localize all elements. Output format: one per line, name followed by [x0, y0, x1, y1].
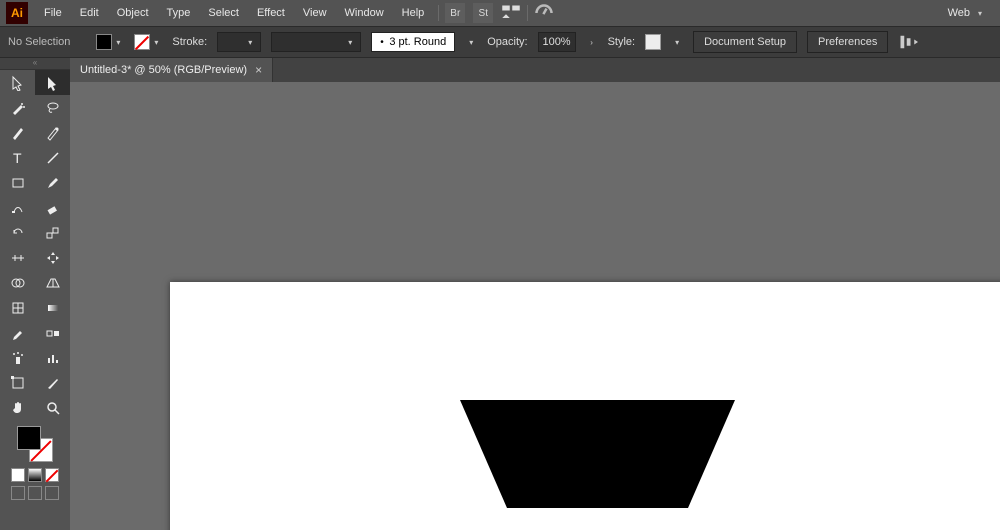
menu-effect[interactable]: Effect [249, 3, 293, 23]
pen-tool[interactable] [0, 120, 35, 145]
app-logo-icon: Ai [6, 2, 28, 24]
menu-object[interactable]: Object [109, 3, 157, 23]
draw-behind-button[interactable] [28, 486, 42, 500]
variable-width-profile[interactable]: • 3 pt. Round [371, 32, 455, 52]
graphic-style-swatch[interactable] [645, 34, 661, 50]
zoom-tool[interactable] [35, 395, 70, 420]
chevron-down-icon: ▾ [150, 34, 162, 50]
eraser-tool[interactable] [35, 195, 70, 220]
preferences-button[interactable]: Preferences [807, 31, 888, 53]
document-tab-bar: Untitled-3* @ 50% (RGB/Preview) × [70, 58, 1000, 82]
document-setup-button[interactable]: Document Setup [693, 31, 797, 53]
perspective-grid-tool[interactable] [35, 270, 70, 295]
opacity-label: Opacity: [487, 36, 527, 48]
stock-icon[interactable]: St [473, 3, 493, 23]
menu-select[interactable]: Select [200, 3, 247, 23]
fill-swatch-icon [17, 426, 41, 450]
separator [438, 5, 439, 21]
menu-type[interactable]: Type [159, 3, 199, 23]
menu-help[interactable]: Help [394, 3, 433, 23]
rotate-tool[interactable] [0, 220, 35, 245]
fill-stroke-swatches[interactable] [17, 426, 53, 462]
menu-view[interactable]: View [295, 3, 335, 23]
eyedropper-tool[interactable] [0, 320, 35, 345]
close-tab-icon[interactable]: × [255, 63, 262, 77]
control-bar: No Selection ▾ ▾ Stroke: ▾ ▾ • 3 pt. Rou… [0, 26, 1000, 58]
symbol-sprayer-tool[interactable] [0, 345, 35, 370]
scale-tool[interactable] [35, 220, 70, 245]
panel-collapse-handle[interactable]: « [0, 58, 70, 70]
chevron-down-icon: ▾ [112, 34, 124, 50]
line-segment-tool[interactable] [35, 145, 70, 170]
canvas[interactable] [70, 82, 1000, 530]
brush-definition-dropdown[interactable]: ▾ [271, 32, 361, 52]
stroke-color-icon [134, 34, 150, 50]
chevron-down-icon: ▾ [344, 34, 356, 50]
artboard[interactable] [170, 282, 1000, 530]
draw-normal-button[interactable] [11, 486, 25, 500]
menu-edit[interactable]: Edit [72, 3, 107, 23]
selection-tool[interactable] [0, 70, 35, 95]
document-tab-label: Untitled-3* @ 50% (RGB/Preview) [80, 64, 247, 76]
color-mode-button[interactable] [11, 468, 25, 482]
work-area: « T [0, 58, 1000, 530]
column-graph-tool[interactable] [35, 345, 70, 370]
align-options-icon[interactable] [898, 32, 918, 52]
chevron-down-icon: ▾ [974, 5, 986, 21]
shaper-tool[interactable] [0, 195, 35, 220]
trapezoid-shape[interactable] [460, 400, 735, 508]
none-mode-button[interactable] [45, 468, 59, 482]
paintbrush-tool[interactable] [35, 170, 70, 195]
svg-text:T: T [13, 150, 22, 166]
document-tab[interactable]: Untitled-3* @ 50% (RGB/Preview) × [70, 58, 273, 82]
profile-value: 3 pt. Round [389, 36, 446, 48]
opacity-input[interactable]: 100% [538, 32, 576, 52]
menu-bar: Ai File Edit Object Type Select Effect V… [0, 0, 1000, 26]
free-transform-tool[interactable] [35, 245, 70, 270]
arrange-documents-icon[interactable] [501, 3, 521, 23]
chevron-right-icon[interactable]: › [586, 34, 598, 50]
separator [527, 5, 528, 21]
color-section [0, 420, 70, 508]
selection-indicator: No Selection [8, 36, 70, 48]
menu-window[interactable]: Window [337, 3, 392, 23]
curvature-tool[interactable] [35, 120, 70, 145]
lasso-tool[interactable] [35, 95, 70, 120]
rectangle-tool[interactable] [0, 170, 35, 195]
draw-inside-button[interactable] [45, 486, 59, 500]
chevron-down-icon: ▾ [244, 34, 256, 50]
stroke-swatch[interactable]: ▾ [134, 34, 162, 50]
workspace-switcher[interactable]: Web ▾ [940, 1, 994, 25]
mesh-tool[interactable] [0, 295, 35, 320]
shape-builder-tool[interactable] [0, 270, 35, 295]
fill-swatch[interactable]: ▾ [96, 34, 124, 50]
type-tool[interactable]: T [0, 145, 35, 170]
gradient-mode-button[interactable] [28, 468, 42, 482]
chevron-down-icon[interactable]: ▾ [671, 34, 683, 50]
stroke-label: Stroke: [172, 36, 207, 48]
direct-selection-tool[interactable] [35, 70, 70, 95]
style-label: Style: [608, 36, 636, 48]
blend-tool[interactable] [35, 320, 70, 345]
hand-tool[interactable] [0, 395, 35, 420]
magic-wand-tool[interactable] [0, 95, 35, 120]
gradient-tool[interactable] [35, 295, 70, 320]
chevron-down-icon[interactable]: ▾ [465, 34, 477, 50]
gpu-preview-icon[interactable] [534, 3, 554, 23]
width-tool[interactable] [0, 245, 35, 270]
menu-file[interactable]: File [36, 3, 70, 23]
fill-color-icon [96, 34, 112, 50]
tool-grid: T [0, 70, 70, 420]
tools-panel: « T [0, 58, 70, 530]
slice-tool[interactable] [35, 370, 70, 395]
artboard-tool[interactable] [0, 370, 35, 395]
workspace-label: Web [948, 7, 970, 19]
bridge-icon[interactable]: Br [445, 3, 465, 23]
stroke-weight-input[interactable]: ▾ [217, 32, 261, 52]
opacity-value: 100% [542, 36, 570, 48]
